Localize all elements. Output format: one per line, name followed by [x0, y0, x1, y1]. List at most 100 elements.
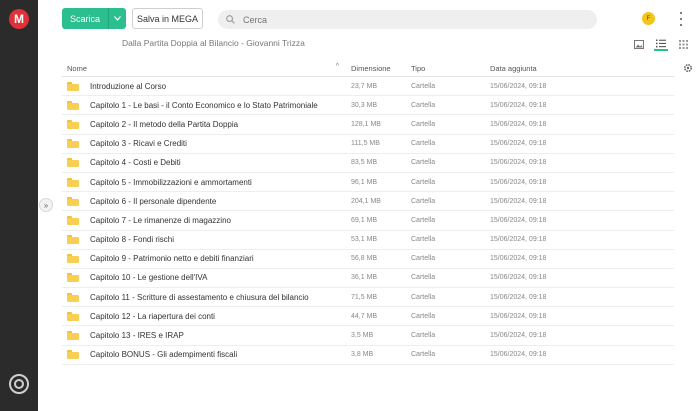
- row-name-cell: Capitolo 12 - La riapertura dei conti: [62, 311, 345, 321]
- header-date[interactable]: Data aggiunta: [484, 64, 674, 73]
- download-button[interactable]: Scarica: [62, 8, 126, 29]
- table-row[interactable]: Capitolo 6 - Il personale dipendente 204,…: [62, 192, 674, 212]
- row-type: Cartella: [411, 159, 436, 167]
- folder-icon: [67, 311, 79, 321]
- more-options-icon[interactable]: [677, 12, 685, 26]
- table-row[interactable]: Introduzione al Corso 23,7 MB Cartella 15/0…: [62, 77, 674, 97]
- row-name: Capitolo BONUS - Gli adempimenti fiscali: [90, 350, 238, 360]
- row-type: Cartella: [411, 236, 436, 244]
- row-date: 15/06/2024, 09:18: [490, 293, 547, 301]
- row-size: 71,5 MB: [351, 293, 378, 301]
- file-table: Nome ^ Dimensione Tipo Data aggiunta Int…: [62, 60, 674, 365]
- save-to-mega-button[interactable]: Salva in MEGA: [132, 8, 203, 29]
- folder-icon: [67, 81, 79, 91]
- header-name-label: Nome: [67, 63, 88, 73]
- row-name-cell: Capitolo 7 - Le rimanenze di magazzino: [62, 215, 345, 225]
- search-bar[interactable]: [218, 10, 597, 29]
- row-type: Cartella: [411, 216, 436, 224]
- chevron-down-icon[interactable]: [108, 8, 126, 29]
- header-size[interactable]: Dimensione: [345, 64, 405, 73]
- row-name-cell: Capitolo 5 - Immobilizzazioni e ammortam…: [62, 177, 345, 187]
- row-name-cell: Capitolo 10 - Le gestione dell'IVA: [62, 273, 345, 283]
- search-input[interactable]: [243, 14, 543, 25]
- left-sidebar: M: [0, 0, 38, 411]
- row-date: 15/06/2024, 09:18: [490, 312, 547, 320]
- grid-view-icon[interactable]: [676, 37, 690, 51]
- row-name: Capitolo 3 - Ricavi e Crediti: [90, 139, 187, 149]
- folder-icon: [67, 215, 79, 225]
- row-name-cell: Capitolo 1 - Le basi - il Conto Economic…: [62, 100, 345, 110]
- table-row[interactable]: Capitolo 7 - Le rimanenze di magazzino 69…: [62, 211, 674, 231]
- folder-icon: [67, 254, 79, 264]
- row-name-cell: Capitolo 6 - Il personale dipendente: [62, 196, 345, 206]
- row-size: 3,5 MB: [351, 332, 374, 340]
- row-date: 15/06/2024, 09:18: [490, 140, 547, 148]
- sort-asc-icon[interactable]: ^: [336, 63, 339, 70]
- row-name-cell: Capitolo 3 - Ricavi e Crediti: [62, 139, 345, 149]
- table-row[interactable]: Capitolo 10 - Le gestione dell'IVA 36,1 M…: [62, 269, 674, 289]
- table-row[interactable]: Capitolo 1 - Le basi - il Conto Economic…: [62, 96, 674, 116]
- folder-icon: [67, 350, 79, 360]
- row-name: Capitolo 7 - Le rimanenze di magazzino: [90, 215, 231, 225]
- row-name: Capitolo 10 - Le gestione dell'IVA: [90, 273, 208, 283]
- row-size: 23,7 MB: [351, 82, 378, 90]
- table-body: Introduzione al Corso 23,7 MB Cartella 15/0…: [62, 77, 674, 365]
- table-row[interactable]: Capitolo 13 - IRES e IRAP 3,5 MB Cartella 1…: [62, 326, 674, 346]
- row-date: 15/06/2024, 09:18: [490, 197, 547, 205]
- folder-icon: [67, 292, 79, 302]
- top-toolbar: Scarica Salva in MEGA F: [38, 0, 700, 34]
- row-name: Capitolo 6 - Il personale dipendente: [90, 196, 217, 206]
- row-size: 56,8 MB: [351, 255, 378, 263]
- row-name: Capitolo 12 - La riapertura dei conti: [90, 311, 215, 321]
- row-type: Cartella: [411, 120, 436, 128]
- table-row[interactable]: Capitolo 2 - Il metodo della Partita Dop…: [62, 115, 674, 135]
- row-date: 15/06/2024, 09:18: [490, 274, 547, 282]
- row-name-cell: Capitolo 4 - Costi e Debiti: [62, 158, 345, 168]
- table-row[interactable]: Capitolo 3 - Ricavi e Crediti 111,5 MB Car…: [62, 135, 674, 154]
- row-date: 15/06/2024, 09:18: [490, 82, 547, 90]
- table-row[interactable]: Capitolo 8 - Fondi rischi 53,1 MB Cartella…: [62, 231, 674, 250]
- row-size: 96,1 MB: [351, 178, 378, 186]
- row-date: 15/06/2024, 09:18: [490, 236, 547, 244]
- table-row[interactable]: Capitolo 9 - Patrimonio netto e debiti f…: [62, 250, 674, 269]
- mega-app: M » Scarica Salva in MEGA F Dalla Partit…: [0, 0, 700, 411]
- row-type: Cartella: [411, 351, 436, 359]
- folder-icon: [67, 158, 79, 168]
- row-date: 15/06/2024, 09:18: [490, 351, 547, 359]
- row-size: 3,8 MB: [351, 351, 374, 359]
- table-row[interactable]: Capitolo 12 - La riapertura dei conti 44,…: [62, 307, 674, 327]
- expand-sidebar-icon[interactable]: »: [39, 198, 53, 212]
- table-header: Nome ^ Dimensione Tipo Data aggiunta: [62, 60, 674, 77]
- folder-icon: [67, 100, 79, 110]
- row-date: 15/06/2024, 09:18: [490, 120, 547, 128]
- image-view-icon[interactable]: [632, 37, 646, 51]
- folder-icon: [67, 196, 79, 206]
- row-name-cell: Introduzione al Corso: [62, 81, 345, 91]
- header-type[interactable]: Tipo: [405, 64, 484, 73]
- row-type: Cartella: [411, 293, 436, 301]
- avatar[interactable]: F: [642, 12, 655, 25]
- mega-logo[interactable]: M: [9, 9, 29, 29]
- row-name-cell: Capitolo 11 - Scritture di assestamento …: [62, 292, 345, 302]
- row-name: Capitolo 1 - Le basi - il Conto Economic…: [90, 100, 318, 110]
- row-type: Cartella: [411, 332, 436, 340]
- table-row[interactable]: Capitolo 5 - Immobilizzazioni e ammortam…: [62, 173, 674, 193]
- row-date: 15/06/2024, 09:18: [490, 255, 547, 263]
- list-view-icon[interactable]: [654, 37, 668, 51]
- row-date: 15/06/2024, 09:18: [490, 332, 547, 340]
- table-row[interactable]: Capitolo 4 - Costi e Debiti 83,5 MB Cartel…: [62, 154, 674, 173]
- row-name: Capitolo 5 - Immobilizzazioni e ammortam…: [90, 177, 252, 187]
- table-row[interactable]: Capitolo 11 - Scritture di assestamento …: [62, 288, 674, 308]
- sync-status-icon[interactable]: [9, 374, 29, 394]
- row-size: 69,1 MB: [351, 216, 378, 224]
- row-type: Cartella: [411, 312, 436, 320]
- row-type: Cartella: [411, 255, 436, 263]
- row-name: Introduzione al Corso: [90, 81, 167, 91]
- row-date: 15/06/2024, 09:18: [490, 101, 547, 109]
- row-name: Capitolo 13 - IRES e IRAP: [90, 331, 184, 341]
- table-row[interactable]: Capitolo BONUS - Gli adempimenti fiscali…: [62, 346, 674, 365]
- row-date: 15/06/2024, 09:18: [490, 159, 547, 167]
- row-name: Capitolo 4 - Costi e Debiti: [90, 158, 181, 168]
- header-name[interactable]: Nome ^: [62, 63, 345, 73]
- column-settings-gear-icon[interactable]: [683, 63, 693, 73]
